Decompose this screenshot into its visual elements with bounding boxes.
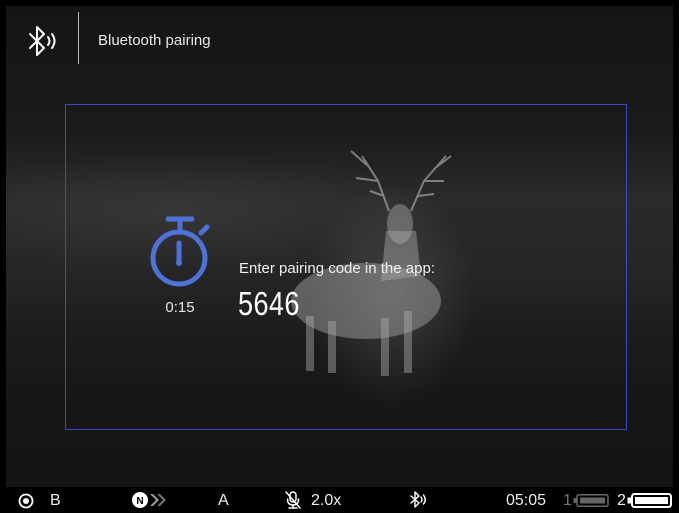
- stopwatch-icon: [150, 216, 210, 287]
- record-mode-icon: [18, 493, 34, 509]
- bluetooth-status-icon: [410, 491, 426, 508]
- record-mode-label: B: [50, 492, 61, 509]
- battery-2-label: 2: [617, 492, 626, 509]
- pairing-instruction: Enter pairing code in the app:: [239, 260, 435, 277]
- mode-label: A: [218, 492, 229, 509]
- status-bar: B N A 2.0x 05:05 1 2: [0, 487, 679, 513]
- pairing-code: 5646: [238, 285, 300, 322]
- navigation-icon: N: [132, 492, 166, 508]
- battery-2-icon: [627, 493, 672, 508]
- battery-1-icon: [573, 494, 609, 507]
- pairing-dialog: 0:15 Enter pairing code in the app: 5646: [65, 104, 627, 430]
- microphone-off-icon: [285, 491, 301, 509]
- clock: 05:05: [506, 492, 547, 509]
- header-divider: [78, 12, 79, 64]
- page-title: Bluetooth pairing: [98, 32, 211, 49]
- header-bar: Bluetooth pairing: [6, 6, 673, 76]
- countdown-timer: 0:15: [165, 299, 195, 316]
- svg-text:N: N: [136, 496, 143, 507]
- bluetooth-icon: [29, 26, 56, 56]
- battery-1-label: 1: [563, 492, 572, 509]
- zoom-level: 2.0x: [311, 492, 342, 509]
